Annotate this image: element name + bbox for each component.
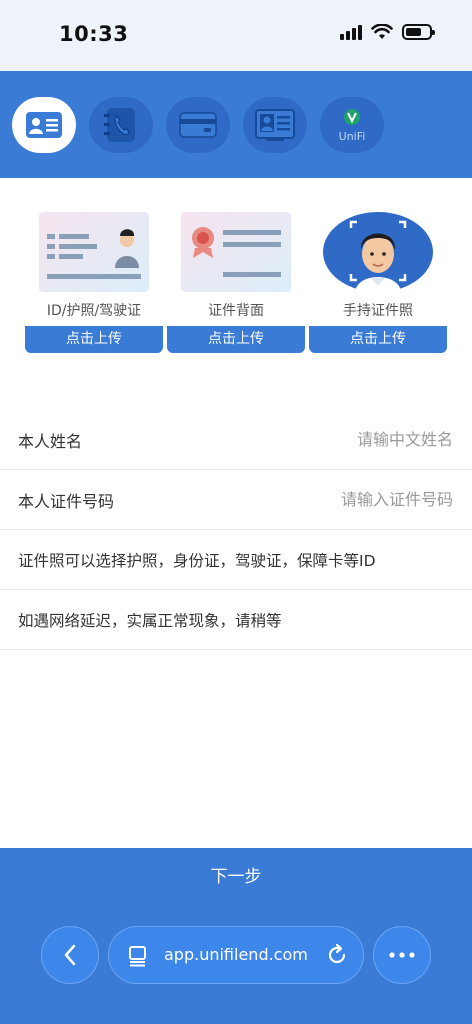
step-unifi[interactable]: UniFi [320, 97, 384, 153]
id-number-label: 本人证件号码 [18, 492, 115, 511]
address-bar[interactable]: app.unifilend.com [108, 926, 364, 984]
name-input[interactable] [253, 426, 453, 452]
id-number-input[interactable] [253, 486, 453, 512]
face-scan-illustration [323, 212, 433, 292]
status-icons [340, 24, 435, 40]
note-row-1: 证件照可以选择护照，身份证，驾驶证，保障卡等ID [0, 530, 472, 590]
signal-icon [340, 24, 362, 40]
name-row: 本人姓名 [0, 410, 472, 470]
upload-label-handheld: 手持证件照 [343, 303, 413, 319]
step-work-badge[interactable] [243, 97, 307, 153]
browser-toolbar: app.unifilend.com [0, 908, 472, 1024]
step-contacts[interactable] [89, 97, 153, 153]
step-navigation: UniFi [0, 71, 472, 178]
battery-icon [402, 24, 435, 40]
reload-icon[interactable] [325, 943, 349, 967]
more-dots-icon [389, 952, 415, 958]
id-front-illustration [39, 212, 149, 292]
upload-card-handheld: 手持证件照 点击上传 [309, 212, 447, 353]
step-bank-card[interactable] [166, 97, 230, 153]
more-button[interactable] [373, 926, 431, 984]
note-network-delay: 如遇网络延迟，实属正常现象，请稍等 [18, 612, 282, 630]
bank-card-icon [179, 112, 217, 138]
upload-card-back: 证件背面 点击上传 [167, 212, 305, 353]
chevron-left-icon [64, 944, 76, 966]
id-card-icon [26, 112, 62, 138]
upload-label-back: 证件背面 [208, 303, 264, 319]
upload-label-front: ID/护照/驾驶证 [46, 303, 142, 319]
id-front-image[interactable] [39, 212, 149, 292]
note-row-2: 如遇网络延迟，实属正常现象，请稍等 [0, 590, 472, 650]
status-bar: 10:33 [0, 0, 472, 71]
id-back-illustration [181, 212, 291, 292]
unifi-logo-icon: UniFi [339, 109, 366, 143]
work-badge-icon [255, 109, 295, 141]
back-button[interactable] [41, 926, 99, 984]
next-step-button[interactable]: 下一步 [0, 848, 472, 908]
wifi-icon [371, 24, 393, 39]
page-settings-icon [129, 946, 146, 967]
status-time: 10:33 [59, 22, 129, 46]
upload-button-front[interactable]: 点击上传 [25, 326, 163, 353]
handheld-photo-image[interactable] [323, 212, 433, 292]
upload-card-front: ID/护照/驾驶证 点击上传 [25, 212, 163, 353]
upload-button-handheld[interactable]: 点击上传 [309, 326, 447, 353]
name-label: 本人姓名 [18, 432, 83, 451]
unifi-logo-text: UniFi [339, 130, 366, 143]
upload-section: ID/护照/驾驶证 点击上传 证件背面 点击上传 手持证件照 点击上传 [25, 212, 447, 362]
phone-book-icon [104, 108, 135, 142]
note-id-types: 证件照可以选择护照，身份证，驾驶证，保障卡等ID [18, 552, 376, 570]
id-back-image[interactable] [181, 212, 291, 292]
url-text: app.unifilend.com [164, 945, 308, 964]
id-number-row: 本人证件号码 [0, 470, 472, 530]
upload-button-back[interactable]: 点击上传 [167, 326, 305, 353]
step-id-card[interactable] [12, 97, 76, 153]
